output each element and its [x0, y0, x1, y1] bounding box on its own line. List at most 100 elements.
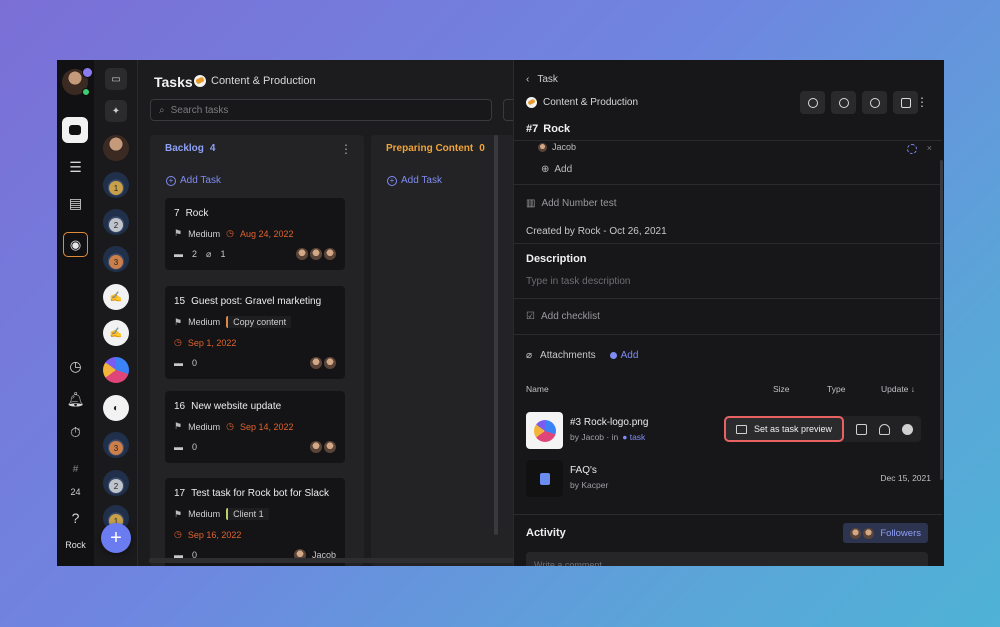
- info-icon[interactable]: [862, 91, 887, 114]
- copy-link-icon[interactable]: [831, 91, 856, 114]
- comment-icon: ▬: [174, 249, 183, 259]
- board-scrollbar[interactable]: [494, 135, 498, 535]
- column-header-size[interactable]: Size: [773, 384, 790, 394]
- avatar: [324, 248, 336, 260]
- add-attachment-button[interactable]: Add: [609, 350, 638, 361]
- card-due: ◷ Sep 1, 2022: [174, 337, 336, 348]
- comment-input[interactable]: Write a comment: [526, 552, 928, 566]
- set-as-task-preview-button[interactable]: Set as task preview: [724, 416, 845, 442]
- task-card[interactable]: 16 New website update ⚑ Medium ◷ Sep 14,…: [165, 391, 345, 463]
- remove-icon[interactable]: [902, 423, 914, 435]
- card-comment-count: 0: [192, 358, 198, 368]
- edit-icon[interactable]: [856, 423, 868, 435]
- user-avatar[interactable]: [62, 67, 93, 96]
- column-header-type[interactable]: Type: [827, 384, 845, 394]
- card-priority: Medium: [188, 421, 221, 432]
- card-title-text: Guest post: Gravel marketing: [191, 296, 322, 307]
- panel-project[interactable]: Content & Production: [526, 97, 638, 108]
- description-input[interactable]: Type in task description: [526, 276, 631, 287]
- back-link[interactable]: ‹ Task: [526, 74, 558, 85]
- assignee-row[interactable]: Jacob: [538, 142, 576, 152]
- space-medal-4[interactable]: 3: [103, 432, 129, 458]
- project-logo-icon: [194, 75, 206, 87]
- page-title: Tasks: [154, 74, 193, 90]
- help-icon[interactable]: ?: [63, 505, 88, 530]
- download-icon[interactable]: [879, 423, 891, 435]
- add-assignee-button[interactable]: ⊕ Add: [541, 164, 572, 175]
- task-card[interactable]: 15 Guest post: Gravel marketing ⚑ Medium…: [165, 286, 345, 379]
- assignee-name: Jacob: [552, 142, 577, 152]
- task-id: #7: [526, 123, 539, 135]
- file-name: FAQ's: [570, 465, 597, 476]
- plus-icon: +: [387, 175, 397, 186]
- number-field-row[interactable]: ▥ Add Number test: [526, 198, 617, 209]
- panel-scrollbar[interactable]: [940, 160, 943, 480]
- followers-button[interactable]: Followers: [843, 523, 928, 543]
- game-icon[interactable]: ◉: [63, 232, 88, 257]
- document-icon[interactable]: ▤: [63, 191, 88, 216]
- clock-icon[interactable]: ◷: [63, 354, 88, 379]
- column-header-name[interactable]: Name: [526, 384, 549, 394]
- description-heading: Description: [526, 253, 587, 265]
- search-input[interactable]: ⌕ Search tasks: [150, 99, 492, 121]
- card-title-text: Rock: [185, 208, 209, 219]
- task-board: Tasks Content & Production ⌕ Search task…: [138, 60, 585, 566]
- card-assignees: [310, 357, 336, 369]
- column-header-update[interactable]: Update ↓: [881, 384, 915, 394]
- bell-icon[interactable]: 🔔︎: [63, 387, 88, 412]
- task-title-text[interactable]: Rock: [543, 123, 570, 135]
- space-rock-logo[interactable]: [103, 357, 129, 383]
- search-icon: ⌕: [159, 104, 165, 116]
- rock-logo-icon: [533, 419, 556, 442]
- task-link[interactable]: ● task: [622, 432, 645, 442]
- column-backlog: Backlog 4 ⋮ + Add Task 7 Rock ⚑ Medium ◷…: [150, 135, 364, 566]
- space-avatar[interactable]: [103, 135, 129, 161]
- space-medal-2[interactable]: 2: [103, 209, 129, 235]
- file-id: #3: [570, 417, 582, 428]
- rail-user-name: Rock: [65, 540, 86, 550]
- card-footer: ▬ 0: [174, 441, 336, 453]
- card-meta: ⚑ Medium Client 1: [174, 508, 336, 520]
- add-task-button[interactable]: + Add Task: [166, 175, 221, 186]
- file-name: #3 Rock-logo.png: [570, 417, 648, 428]
- task-card[interactable]: 7 Rock ⚑ Medium ◷ Aug 24, 2022 ▬ 2 ⌀ 1: [165, 198, 345, 270]
- card-title: 15 Guest post: Gravel marketing: [174, 296, 336, 307]
- plus-icon: [609, 352, 617, 359]
- chat-icon[interactable]: [62, 117, 88, 143]
- list-icon[interactable]: ☰: [63, 155, 88, 180]
- divider: [514, 334, 942, 335]
- column-menu-icon[interactable]: ⋮: [340, 142, 352, 156]
- board-horizontal-scrollbar[interactable]: [149, 558, 519, 563]
- app-window: ☰ ▤ ◉ ◷ 🔔︎ ⏱︎ # 24 ? Rock ▭ ✦ 1 2 3 ✍ ✍ …: [57, 60, 944, 566]
- followers-label: Followers: [880, 527, 921, 539]
- avatar: [863, 527, 875, 539]
- task-card[interactable]: 17 Test task for Rock bot for Slack ⚑ Me…: [165, 478, 345, 566]
- space-medal-3[interactable]: 3: [103, 246, 129, 272]
- avatar: [310, 441, 322, 453]
- space-content-production[interactable]: ✍: [103, 284, 129, 310]
- back-label: Task: [537, 74, 558, 85]
- notification-badge: [82, 67, 93, 78]
- pin-icon[interactable]: ✦: [105, 100, 127, 122]
- file-thumbnail: [526, 412, 563, 449]
- space-writing[interactable]: ✍: [103, 320, 129, 346]
- sidebar-toggle-icon[interactable]: ▭: [105, 68, 127, 90]
- close-icon[interactable]: ×: [927, 143, 932, 153]
- board-project[interactable]: Content & Production: [194, 75, 316, 87]
- space-medal-1[interactable]: 1: [103, 172, 129, 198]
- space-medal-5[interactable]: 2: [103, 470, 129, 496]
- add-checklist-button[interactable]: ☑ Add checklist: [526, 311, 600, 322]
- add-task-button[interactable]: + Add Task: [387, 175, 442, 186]
- timer-icon[interactable]: ⏱︎: [63, 420, 88, 445]
- avatar: [324, 357, 336, 369]
- rail-counter: 24: [70, 487, 81, 497]
- pin-icon[interactable]: [893, 91, 918, 114]
- attachment-row[interactable]: FAQ's by Kacper Dec 15, 2021: [526, 460, 931, 500]
- column-count: 4: [209, 143, 216, 154]
- column-header: Backlog 4: [165, 143, 215, 154]
- space-emoji[interactable]: ◐: [103, 395, 129, 421]
- more-icon[interactable]: ⋮: [916, 95, 928, 109]
- card-priority: Medium: [188, 228, 221, 239]
- watch-icon[interactable]: [800, 91, 825, 114]
- add-space-button[interactable]: +: [101, 523, 131, 553]
